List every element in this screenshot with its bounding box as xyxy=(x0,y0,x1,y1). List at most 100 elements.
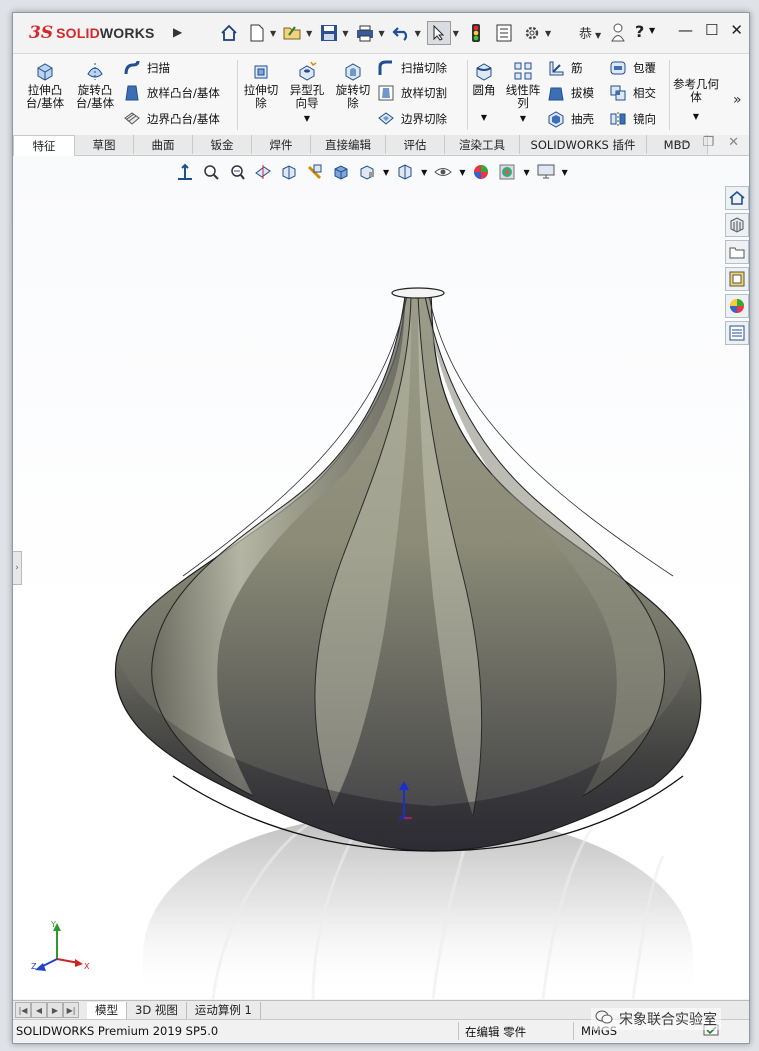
wrap-label: 包覆 xyxy=(633,61,656,75)
user-dropdown-icon[interactable]: ▼ xyxy=(595,31,601,40)
rebuild-traffic-light-icon[interactable] xyxy=(465,22,487,44)
draft-label: 拔模 xyxy=(571,86,594,100)
print-dropdown-icon[interactable]: ▼ xyxy=(378,29,384,38)
tab-direct-editing[interactable]: 直接编辑 xyxy=(311,135,386,154)
revolve-cut-button[interactable]: 旋转切除 xyxy=(333,60,373,110)
hole-wizard-dropdown-icon[interactable]: ▼ xyxy=(304,112,310,125)
logo-solid-text: SOLID xyxy=(56,25,100,41)
home-icon[interactable] xyxy=(218,22,240,44)
tab-features[interactable]: 特征 xyxy=(13,135,75,156)
close-icon[interactable]: ✕ xyxy=(730,21,743,39)
sweep-button[interactable]: 扫描 xyxy=(123,59,170,77)
shell-button[interactable]: 抽壳 xyxy=(547,110,594,128)
wechat-watermark: 宋象联合实验室 xyxy=(591,1008,721,1030)
triad-x-label: X xyxy=(84,962,90,971)
new-dropdown-icon[interactable]: ▼ xyxy=(270,29,276,38)
print-icon[interactable] xyxy=(354,22,376,44)
lofted-cut-button[interactable]: 放样切割 xyxy=(377,84,447,102)
lofted-cut-label: 放样切割 xyxy=(401,86,447,100)
user-account-label[interactable]: 恭 ▼ xyxy=(579,23,601,42)
lofted-cut-icon xyxy=(377,84,395,102)
minimize-icon[interactable]: — xyxy=(678,21,693,39)
draft-button[interactable]: 拔模 xyxy=(547,84,594,102)
tab-sketch[interactable]: 草图 xyxy=(75,135,134,154)
options-dropdown-icon[interactable]: ▼ xyxy=(545,29,551,38)
expand-menu-arrow-icon[interactable]: ▶ xyxy=(173,25,189,41)
logo-works-text: WORKS xyxy=(99,25,155,41)
tab-weldments[interactable]: 焊件 xyxy=(252,135,311,154)
undo-icon[interactable] xyxy=(391,22,413,44)
fillet-icon xyxy=(473,60,495,82)
last-tab-icon[interactable]: ▶| xyxy=(63,1002,79,1018)
solidworks-logo[interactable]: 3S SOLIDWORKS xyxy=(29,23,155,43)
document-window-controls: — ❐ ✕ xyxy=(675,135,739,150)
tab-3d-view[interactable]: 3D 视图 xyxy=(127,1001,187,1019)
new-document-icon[interactable] xyxy=(246,22,268,44)
fillet-button[interactable]: 圆角 ▼ xyxy=(469,60,499,124)
tab-solidworks-addins[interactable]: SOLIDWORKS 插件 xyxy=(520,135,647,154)
model-viewport-canvas xyxy=(114,287,702,999)
wechat-logo-icon xyxy=(595,1010,613,1028)
shell-icon xyxy=(547,110,565,128)
hole-wizard-button[interactable]: 异型孔向导 ▼ xyxy=(287,60,327,125)
help-dropdown-icon[interactable]: ▼ xyxy=(649,26,655,35)
file-properties-icon[interactable] xyxy=(493,22,515,44)
mirror-button[interactable]: 镜向 xyxy=(609,110,656,128)
vase-model[interactable] xyxy=(114,287,702,852)
boundary-boss-button[interactable]: 边界凸台/基体 xyxy=(123,110,220,128)
extrude-cut-label: 拉伸切除 xyxy=(243,83,279,110)
fillet-dropdown-icon[interactable]: ▼ xyxy=(481,111,487,124)
revolve-boss-label: 旋转凸台/基体 xyxy=(75,83,115,110)
swept-cut-label: 扫描切除 xyxy=(401,61,447,75)
reference-triad[interactable]: Y X Z xyxy=(31,919,91,979)
doc-close-icon[interactable]: ✕ xyxy=(728,135,739,150)
revolve-boss-button[interactable]: 旋转凸台/基体 xyxy=(75,60,115,110)
linear-pattern-label: 线性阵列 xyxy=(505,83,541,110)
tab-motion-study-1[interactable]: 运动算例 1 xyxy=(187,1001,261,1019)
rib-button[interactable]: 筋 xyxy=(547,59,583,77)
doc-minimize-icon[interactable]: — xyxy=(675,135,688,150)
open-folder-icon[interactable] xyxy=(282,22,304,44)
solidworks-window: 3S SOLIDWORKS ▶ ▼ ▼ ▼ ▼ ▼ ▼ ▼ 恭 ▼ ? ▼ — … xyxy=(12,12,750,1044)
rib-icon xyxy=(547,59,565,77)
tab-scroll-buttons: |◀ ◀ ▶ ▶| xyxy=(15,1002,79,1018)
mirror-label: 镜向 xyxy=(633,112,656,126)
maximize-icon[interactable]: ☐ xyxy=(705,21,718,39)
tab-model[interactable]: 模型 xyxy=(87,1001,127,1019)
logo-ds-mark: 3S xyxy=(29,23,54,43)
next-tab-icon[interactable]: ▶ xyxy=(47,1002,63,1018)
tab-evaluate[interactable]: 评估 xyxy=(386,135,445,154)
first-tab-icon[interactable]: |◀ xyxy=(15,1002,31,1018)
options-gear-icon[interactable] xyxy=(521,22,543,44)
intersect-icon xyxy=(609,84,627,102)
graphics-area[interactable]: ▼ ▼ ▼ ▼ ▼ › Y X Z xyxy=(13,156,749,999)
prev-tab-icon[interactable]: ◀ xyxy=(31,1002,47,1018)
tab-sheet-metal[interactable]: 钣金 xyxy=(193,135,252,154)
save-dropdown-icon[interactable]: ▼ xyxy=(342,29,348,38)
wrap-button[interactable]: 包覆 xyxy=(609,59,656,77)
reference-geometry-dropdown-icon[interactable]: ▼ xyxy=(693,110,699,123)
loft-boss-button[interactable]: 放样凸台/基体 xyxy=(123,84,220,102)
doc-restore-icon[interactable]: ❐ xyxy=(702,135,714,150)
swept-cut-button[interactable]: 扫描切除 xyxy=(377,59,447,77)
ribbon-more-button[interactable]: » xyxy=(733,92,742,108)
intersect-button[interactable]: 相交 xyxy=(609,84,656,102)
linear-pattern-button[interactable]: 线性阵列 ▼ xyxy=(503,60,543,125)
user-profile-icon[interactable] xyxy=(611,22,625,45)
open-dropdown-icon[interactable]: ▼ xyxy=(306,29,312,38)
save-icon[interactable] xyxy=(318,22,340,44)
select-dropdown-icon[interactable]: ▼ xyxy=(453,29,459,38)
tab-surfaces[interactable]: 曲面 xyxy=(134,135,193,154)
linear-pattern-dropdown-icon[interactable]: ▼ xyxy=(520,112,526,125)
undo-dropdown-icon[interactable]: ▼ xyxy=(415,29,421,38)
reference-geometry-button[interactable]: 参考几何体 ▼ xyxy=(673,78,719,123)
loft-boss-icon xyxy=(123,84,141,102)
select-pointer-icon[interactable] xyxy=(426,21,451,45)
extrude-cut-button[interactable]: 拉伸切除 xyxy=(241,60,281,110)
rib-label: 筋 xyxy=(571,61,583,75)
extrude-boss-button[interactable]: 拉伸凸台/基体 xyxy=(25,60,65,110)
help-icon[interactable]: ? xyxy=(635,22,644,41)
tab-render-tools[interactable]: 渲染工具 xyxy=(445,135,520,154)
extrude-cut-icon xyxy=(250,60,272,82)
boundary-cut-button[interactable]: 边界切除 xyxy=(377,110,447,128)
